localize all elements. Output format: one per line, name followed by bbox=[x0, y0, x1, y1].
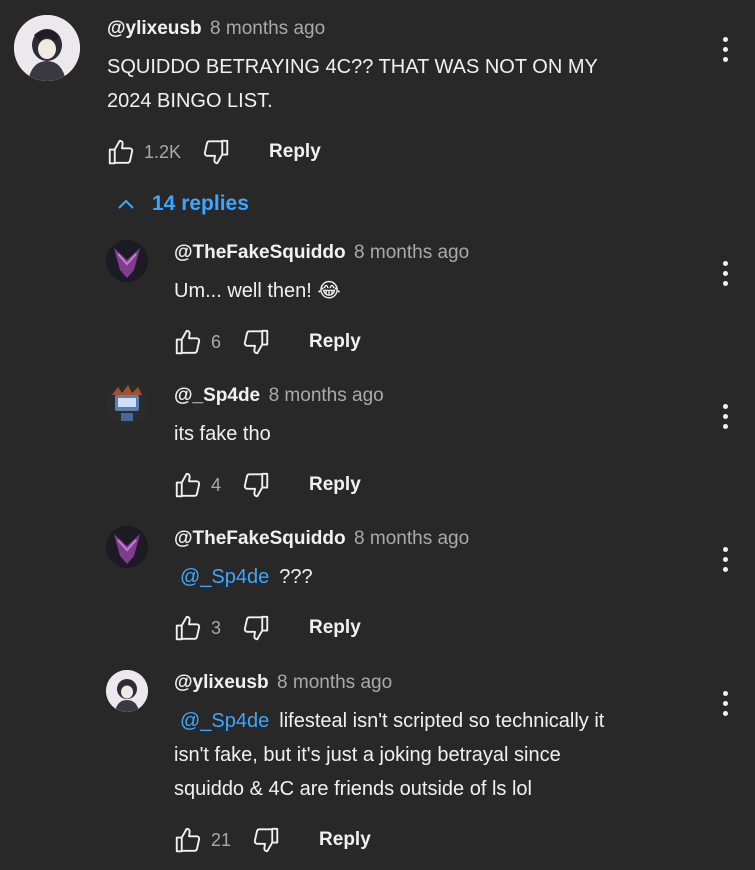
like-icon bbox=[175, 329, 201, 355]
dot bbox=[722, 566, 728, 572]
dislike-icon bbox=[243, 472, 269, 498]
like-count: 21 bbox=[211, 829, 232, 850]
reply-comment: @_Sp4de 8 months ago its fake tho 4 Repl… bbox=[0, 379, 755, 509]
reply-button[interactable]: Reply bbox=[309, 617, 361, 639]
like-count: 6 bbox=[211, 331, 222, 352]
like-button[interactable] bbox=[171, 611, 205, 645]
avatar-image bbox=[106, 670, 148, 712]
dot bbox=[722, 423, 728, 429]
like-icon bbox=[175, 827, 201, 853]
reply-button[interactable]: Reply bbox=[309, 331, 361, 353]
comment-timestamp[interactable]: 8 months ago bbox=[269, 385, 384, 406]
chevron-up-icon bbox=[118, 199, 134, 209]
comment-text-line: lifesteal isn't scripted so technically … bbox=[279, 710, 605, 732]
avatar[interactable] bbox=[106, 526, 148, 568]
more-vert-icon bbox=[722, 546, 728, 552]
dot bbox=[722, 556, 728, 562]
comment-text: ??? bbox=[279, 566, 313, 588]
avatar-image bbox=[14, 15, 80, 81]
like-icon bbox=[175, 472, 201, 498]
comment-author[interactable]: @ylixeusb bbox=[174, 672, 269, 693]
like-count: 4 bbox=[211, 474, 222, 495]
dislike-button[interactable] bbox=[239, 611, 273, 645]
comment-author[interactable]: @_Sp4de bbox=[174, 385, 260, 406]
dislike-button[interactable] bbox=[239, 325, 273, 359]
replies-toggle[interactable]: 14 replies bbox=[114, 192, 249, 216]
more-actions-button[interactable] bbox=[713, 688, 737, 718]
reply-comment: @ylixeusb 8 months ago @_Sp4de lifesteal … bbox=[0, 666, 755, 870]
reply-button[interactable]: Reply bbox=[269, 141, 321, 163]
mention-link[interactable]: @_Sp4de bbox=[180, 710, 269, 732]
comment-text-line: squiddo & 4C are friends outside of ls l… bbox=[174, 778, 532, 800]
like-button[interactable] bbox=[104, 135, 138, 169]
comment-timestamp[interactable]: 8 months ago bbox=[210, 18, 325, 39]
like-button[interactable] bbox=[171, 823, 205, 857]
reply-comment: @TheFakeSquiddo 8 months ago Um... well … bbox=[0, 236, 755, 366]
comment-text: its fake tho bbox=[174, 423, 271, 445]
dislike-button[interactable] bbox=[239, 468, 273, 502]
dislike-icon bbox=[203, 139, 229, 165]
dot bbox=[722, 270, 728, 276]
more-actions-button[interactable] bbox=[713, 34, 737, 64]
dislike-icon bbox=[243, 615, 269, 641]
comment-timestamp[interactable]: 8 months ago bbox=[354, 242, 469, 263]
comment-text-line: 2024 BINGO LIST. bbox=[107, 90, 273, 112]
more-actions-button[interactable] bbox=[713, 544, 737, 574]
comment-text: Um... well then! 😂 bbox=[174, 280, 341, 302]
avatar-image bbox=[106, 240, 148, 282]
like-icon bbox=[108, 139, 134, 165]
like-button[interactable] bbox=[171, 468, 205, 502]
dislike-button[interactable] bbox=[249, 823, 283, 857]
comment-text-line: isn't fake, but it's just a joking betra… bbox=[174, 744, 561, 766]
comment-timestamp[interactable]: 8 months ago bbox=[354, 528, 469, 549]
avatar[interactable] bbox=[14, 15, 80, 81]
avatar[interactable] bbox=[106, 383, 148, 425]
avatar-image bbox=[106, 526, 148, 568]
dot bbox=[722, 56, 728, 62]
dot bbox=[722, 710, 728, 716]
reply-comment: @TheFakeSquiddo 8 months ago @_Sp4de??? … bbox=[0, 522, 755, 652]
comment-author[interactable]: @TheFakeSquiddo bbox=[174, 528, 346, 549]
dislike-icon bbox=[253, 827, 279, 853]
avatar[interactable] bbox=[106, 240, 148, 282]
replies-count-label: 14 replies bbox=[152, 192, 249, 215]
comment-author[interactable]: @ylixeusb bbox=[107, 18, 202, 39]
comment-author[interactable]: @TheFakeSquiddo bbox=[174, 242, 346, 263]
dot bbox=[722, 280, 728, 286]
reply-button[interactable]: Reply bbox=[309, 474, 361, 496]
avatar[interactable] bbox=[106, 670, 148, 712]
top-comment: @ylixeusb 8 months ago SQUIDDO BETRAYING… bbox=[0, 0, 755, 190]
comment-text-line: SQUIDDO BETRAYING 4C?? THAT WAS NOT ON M… bbox=[107, 56, 598, 78]
comment-timestamp[interactable]: 8 months ago bbox=[277, 672, 392, 693]
like-count: 3 bbox=[211, 617, 222, 638]
like-button[interactable] bbox=[171, 325, 205, 359]
more-vert-icon bbox=[722, 403, 728, 409]
more-vert-icon bbox=[722, 690, 728, 696]
reply-button[interactable]: Reply bbox=[319, 829, 371, 851]
more-actions-button[interactable] bbox=[713, 258, 737, 288]
more-vert-icon bbox=[722, 36, 728, 42]
dislike-icon bbox=[243, 329, 269, 355]
more-actions-button[interactable] bbox=[713, 401, 737, 431]
dot bbox=[722, 413, 728, 419]
dislike-button[interactable] bbox=[199, 135, 233, 169]
more-vert-icon bbox=[722, 260, 728, 266]
like-count: 1.2K bbox=[144, 141, 182, 162]
avatar-image bbox=[106, 383, 148, 425]
mention-link[interactable]: @_Sp4de bbox=[180, 566, 269, 588]
like-icon bbox=[175, 615, 201, 641]
dot bbox=[722, 700, 728, 706]
dot bbox=[722, 46, 728, 52]
